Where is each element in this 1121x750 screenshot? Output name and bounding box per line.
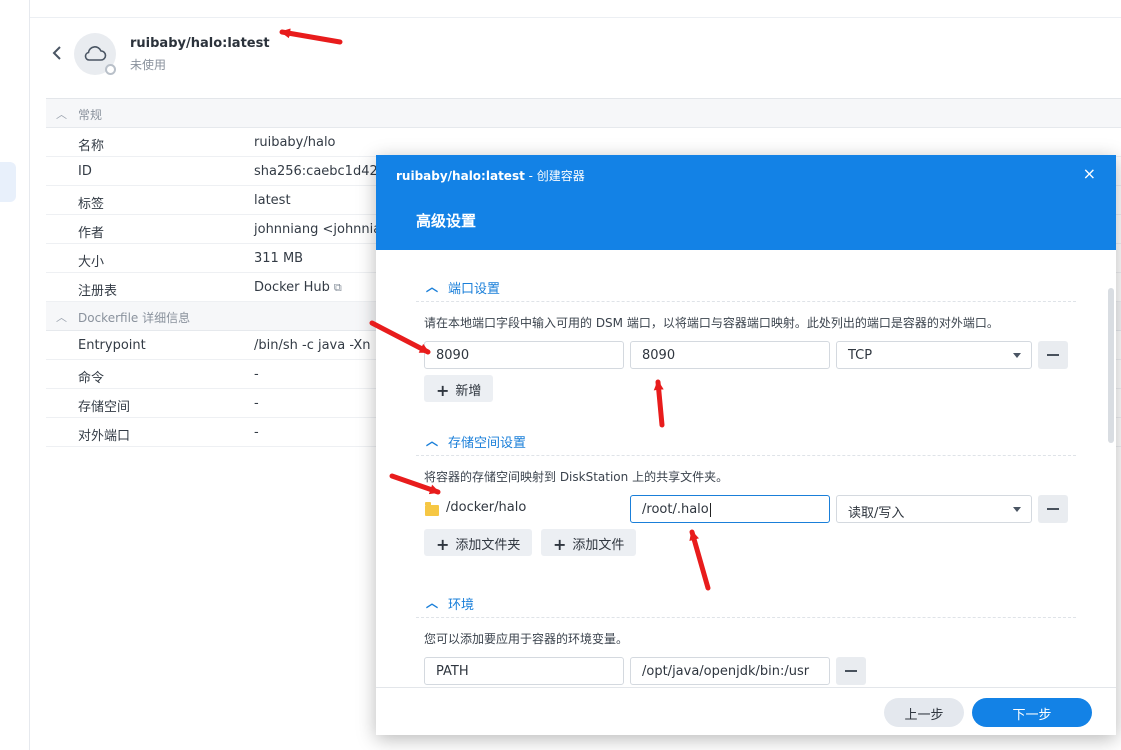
remove-volume-button[interactable] <box>1038 495 1068 523</box>
protocol-select[interactable]: TCP <box>836 341 1032 369</box>
storage-settings-label: 存储空间设置 <box>448 436 527 451</box>
info-value: /bin/sh -c java -Xn <box>254 338 371 353</box>
top-divider <box>30 17 1121 18</box>
access-mode-select[interactable]: 读取/写入 <box>836 495 1032 523</box>
create-container-dialog: ruibaby/halo:latest - 创建容器 × 高级设置 ︿ 端口设置… <box>376 155 1116 735</box>
env-name-input[interactable]: PATH <box>424 657 624 685</box>
local-port-input[interactable]: 8090 <box>424 341 624 369</box>
left-rail <box>0 0 30 750</box>
back-arrow-icon[interactable] <box>50 44 64 62</box>
dropdown-arrow-icon <box>1013 353 1021 358</box>
registry-link[interactable]: Docker Hub ⧉ <box>254 280 342 295</box>
page-title: ruibaby/halo:latest <box>130 36 270 51</box>
port-settings-label: 端口设置 <box>448 282 501 297</box>
port-settings-header[interactable]: ︿ 端口设置 <box>416 274 1076 302</box>
dialog-heading: 高级设置 <box>416 212 477 230</box>
env-settings-desc: 您可以添加要应用于容器的环境变量。 <box>424 632 629 646</box>
dialog-footer: 上一步 下一步 <box>376 687 1116 735</box>
folder-icon <box>425 502 439 516</box>
info-value: - <box>254 367 259 382</box>
info-value: - <box>254 425 259 440</box>
info-value: johnniang <johnnia <box>254 222 382 237</box>
status-text: 未使用 <box>130 58 167 72</box>
scrollbar[interactable] <box>1108 288 1114 443</box>
dialog-body: ︿ 端口设置 请在本地端口字段中输入可用的 DSM 端口，以将端口与容器端口映射… <box>376 250 1116 687</box>
plus-icon: + <box>436 535 450 554</box>
info-value: latest <box>254 193 291 208</box>
image-avatar <box>74 33 116 75</box>
chevron-up-icon: ︿ <box>56 311 67 324</box>
info-key: 作者 <box>78 226 105 241</box>
add-port-label: 新增 <box>455 384 482 399</box>
container-port-input[interactable]: 8090 <box>630 341 830 369</box>
add-file-label: 添加文件 <box>572 538 625 553</box>
chevron-up-icon: ︿ <box>426 280 439 294</box>
info-value: - <box>254 396 259 411</box>
shared-folder-path: /docker/halo <box>446 500 527 515</box>
access-mode-value: 读取/写入 <box>848 506 905 521</box>
external-link-icon[interactable]: ⧉ <box>334 281 342 294</box>
port-settings-desc: 请在本地端口字段中输入可用的 DSM 端口，以将端口与容器端口映射。此处列出的端… <box>424 316 999 330</box>
dialog-title-suffix: - 创建容器 <box>524 169 585 183</box>
dialog-header: ruibaby/halo:latest - 创建容器 × 高级设置 <box>376 155 1116 250</box>
add-port-button[interactable]: + 新增 <box>424 375 494 402</box>
text-cursor <box>709 502 711 517</box>
cloud-icon <box>84 46 107 61</box>
env-value-input[interactable]: /opt/java/openjdk/bin:/usr <box>630 657 830 685</box>
info-key: 大小 <box>78 255 105 270</box>
section-dockerfile-label: Dockerfile 详细信息 <box>78 311 191 325</box>
dialog-title-image: ruibaby/halo:latest <box>396 169 525 183</box>
left-rail-selected-item[interactable] <box>0 162 16 202</box>
storage-settings-header[interactable]: ︿ 存储空间设置 <box>416 428 1076 456</box>
chevron-up-icon: ︿ <box>426 434 439 448</box>
info-key: 对外端口 <box>78 429 131 444</box>
protocol-value: TCP <box>848 348 873 363</box>
info-value: sha256:caebc1d42 <box>254 164 378 179</box>
env-settings-header[interactable]: ︿ 环境 <box>416 590 1076 618</box>
add-folder-button[interactable]: + 添加文件夹 <box>424 529 533 556</box>
section-general[interactable]: ︿ 常规 <box>46 99 1121 128</box>
info-key: 命令 <box>78 371 105 386</box>
env-settings-label: 环境 <box>448 598 475 613</box>
info-key: 存储空间 <box>78 400 131 415</box>
info-key: 标签 <box>78 197 105 212</box>
registry-link-label[interactable]: Docker Hub <box>254 280 330 295</box>
arrow-to-title <box>279 28 343 45</box>
chevron-up-icon: ︿ <box>426 596 439 610</box>
info-key: ID <box>78 164 92 179</box>
info-key: Entrypoint <box>78 338 146 353</box>
next-step-button[interactable]: 下一步 <box>972 698 1092 727</box>
info-key: 注册表 <box>78 284 118 299</box>
plus-icon: + <box>553 535 567 554</box>
prev-step-button[interactable]: 上一步 <box>884 698 964 727</box>
chevron-up-icon: ︿ <box>56 108 67 121</box>
remove-env-button[interactable] <box>836 657 866 685</box>
add-file-button[interactable]: + 添加文件 <box>541 529 637 556</box>
status-dot-icon <box>105 64 116 75</box>
close-icon[interactable]: × <box>1083 164 1096 183</box>
remove-port-button[interactable] <box>1038 341 1068 369</box>
mount-path-input[interactable]: /root/.halo <box>630 495 830 523</box>
section-general-label: 常规 <box>78 108 103 122</box>
info-value: 311 MB <box>254 251 304 266</box>
info-row-name: 名称 ruibaby/halo <box>46 128 1121 157</box>
add-folder-label: 添加文件夹 <box>455 538 521 553</box>
mount-path-value: /root/.halo <box>642 502 709 517</box>
info-key: 名称 <box>78 139 105 154</box>
info-value: ruibaby/halo <box>254 135 336 150</box>
dialog-title: ruibaby/halo:latest - 创建容器 <box>396 167 585 184</box>
plus-icon: + <box>436 381 450 400</box>
storage-settings-desc: 将容器的存储空间映射到 DiskStation 上的共享文件夹。 <box>424 470 729 484</box>
dropdown-arrow-icon <box>1013 507 1021 512</box>
